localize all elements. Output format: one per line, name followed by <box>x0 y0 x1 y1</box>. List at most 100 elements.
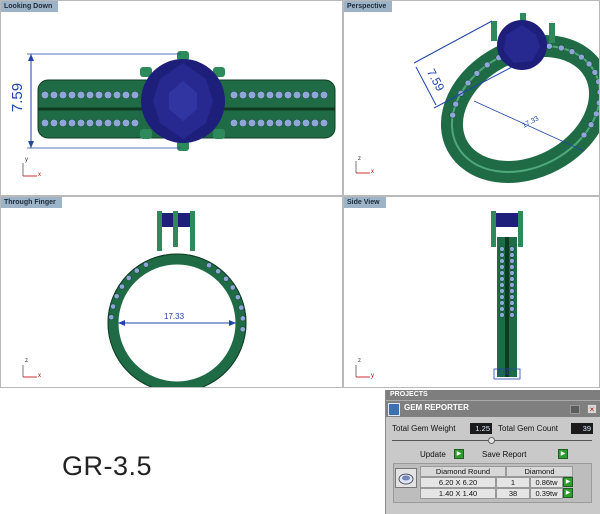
side-stone <box>40 118 50 128</box>
side-stone <box>585 60 593 68</box>
side-stone <box>113 293 120 300</box>
side-stone <box>578 53 585 61</box>
side-stone <box>283 90 293 100</box>
table-cell-weight: 0.39tw <box>530 488 563 499</box>
axis-y-label: y <box>371 373 374 379</box>
side-stone <box>499 288 505 294</box>
side-stone <box>256 118 266 128</box>
side-stone <box>301 90 311 100</box>
side-stone <box>239 315 246 322</box>
side-stone <box>292 90 302 100</box>
viewport-side-view[interactable]: Side View 2.60 z y <box>343 196 600 388</box>
side-stone <box>509 264 515 270</box>
total-gem-weight-value: 1.25 <box>470 423 492 434</box>
ring-front-view <box>22 211 247 387</box>
side-stone <box>112 90 122 100</box>
side-stone <box>121 118 131 128</box>
axis-z-label: z <box>25 358 28 364</box>
slider-knob[interactable] <box>488 437 495 444</box>
axis-x-label: x <box>38 172 41 178</box>
total-gem-weight-label: Total Gem Weight <box>392 424 456 433</box>
viewport-through-finger[interactable]: Through Finger 17.33 z x <box>0 196 343 388</box>
side-stone <box>595 78 599 86</box>
close-button[interactable]: × <box>587 404 597 414</box>
save-report-go-icon[interactable]: ▶ <box>558 449 568 459</box>
side-stone <box>110 303 116 310</box>
ring-perspective-view <box>355 13 599 183</box>
side-stone <box>473 70 481 77</box>
side-stone <box>499 246 505 252</box>
save-report-button[interactable]: Save Report <box>482 450 526 459</box>
side-stone <box>133 267 140 274</box>
side-stone <box>239 326 246 333</box>
side-stone <box>452 100 459 108</box>
row-select-button[interactable]: ▶ <box>563 477 573 487</box>
side-stone <box>40 90 50 100</box>
table-cell-size: 6.20 X 6.20 <box>420 477 496 488</box>
side-stone <box>509 270 515 276</box>
side-stone <box>247 118 257 128</box>
side-stone <box>558 44 565 52</box>
side-stone <box>215 268 221 275</box>
side-stone <box>483 61 491 69</box>
side-stone <box>206 262 212 269</box>
axis-y-label: y <box>25 157 28 163</box>
side-stone <box>121 90 131 100</box>
axis-z-label: z <box>358 358 361 364</box>
side-stone <box>499 300 505 306</box>
side-stone <box>499 264 505 270</box>
dimension-label: 17.33 <box>164 312 185 321</box>
side-stone <box>449 111 456 119</box>
side-stone <box>67 90 77 100</box>
side-stone <box>85 90 95 100</box>
side-stone <box>265 118 275 128</box>
side-stone <box>509 258 515 264</box>
ring-side-view <box>355 211 523 380</box>
side-stone <box>509 294 515 300</box>
table-cell-weight: 0.86tw <box>530 477 563 488</box>
side-stone <box>509 246 515 252</box>
gem-reporter-icon <box>388 403 400 416</box>
side-stone <box>67 118 77 128</box>
side-stone <box>85 118 95 128</box>
side-stone <box>49 118 59 128</box>
ring-top-view <box>22 51 336 177</box>
pin-icon[interactable] <box>570 405 580 414</box>
side-stone <box>256 90 266 100</box>
axis-x-label: x <box>38 373 41 379</box>
total-gem-count-value: 39 <box>571 423 593 434</box>
update-button[interactable]: Update <box>420 450 446 459</box>
side-stone <box>238 304 245 311</box>
side-stone <box>509 276 515 282</box>
side-stone <box>247 90 257 100</box>
side-stone <box>546 42 553 50</box>
gem-reporter-title: GEM REPORTER <box>404 403 469 412</box>
side-stone <box>76 90 86 100</box>
side-stone <box>103 90 113 100</box>
viewport-looking-down[interactable]: Looking Down 7.59 y x <box>0 0 343 196</box>
side-stone <box>234 294 241 301</box>
side-stone <box>112 118 122 128</box>
side-stone <box>319 90 329 100</box>
side-stone <box>229 284 236 291</box>
side-stone <box>499 276 505 282</box>
axis-z-label: z <box>358 156 361 162</box>
side-stone <box>499 252 505 258</box>
side-stone <box>58 90 68 100</box>
side-stone <box>499 258 505 264</box>
viewport-perspective[interactable]: Perspective 7.59 17.33 z x <box>343 0 600 196</box>
side-stone <box>130 90 140 100</box>
table-cell-count: 1 <box>496 477 530 488</box>
side-stone <box>94 90 104 100</box>
side-stone <box>238 118 248 128</box>
side-stone <box>509 300 515 306</box>
table-cell-count: 38 <box>496 488 530 499</box>
total-gem-count-label: Total Gem Count <box>498 424 559 433</box>
side-stone <box>283 118 293 128</box>
table-header-shape: Diamond Round <box>420 466 506 477</box>
side-stone <box>292 118 302 128</box>
side-stone <box>580 131 588 139</box>
dimension-label: 2.60 <box>497 370 511 377</box>
row-select-button[interactable]: ▶ <box>563 488 573 498</box>
update-go-icon[interactable]: ▶ <box>454 449 464 459</box>
